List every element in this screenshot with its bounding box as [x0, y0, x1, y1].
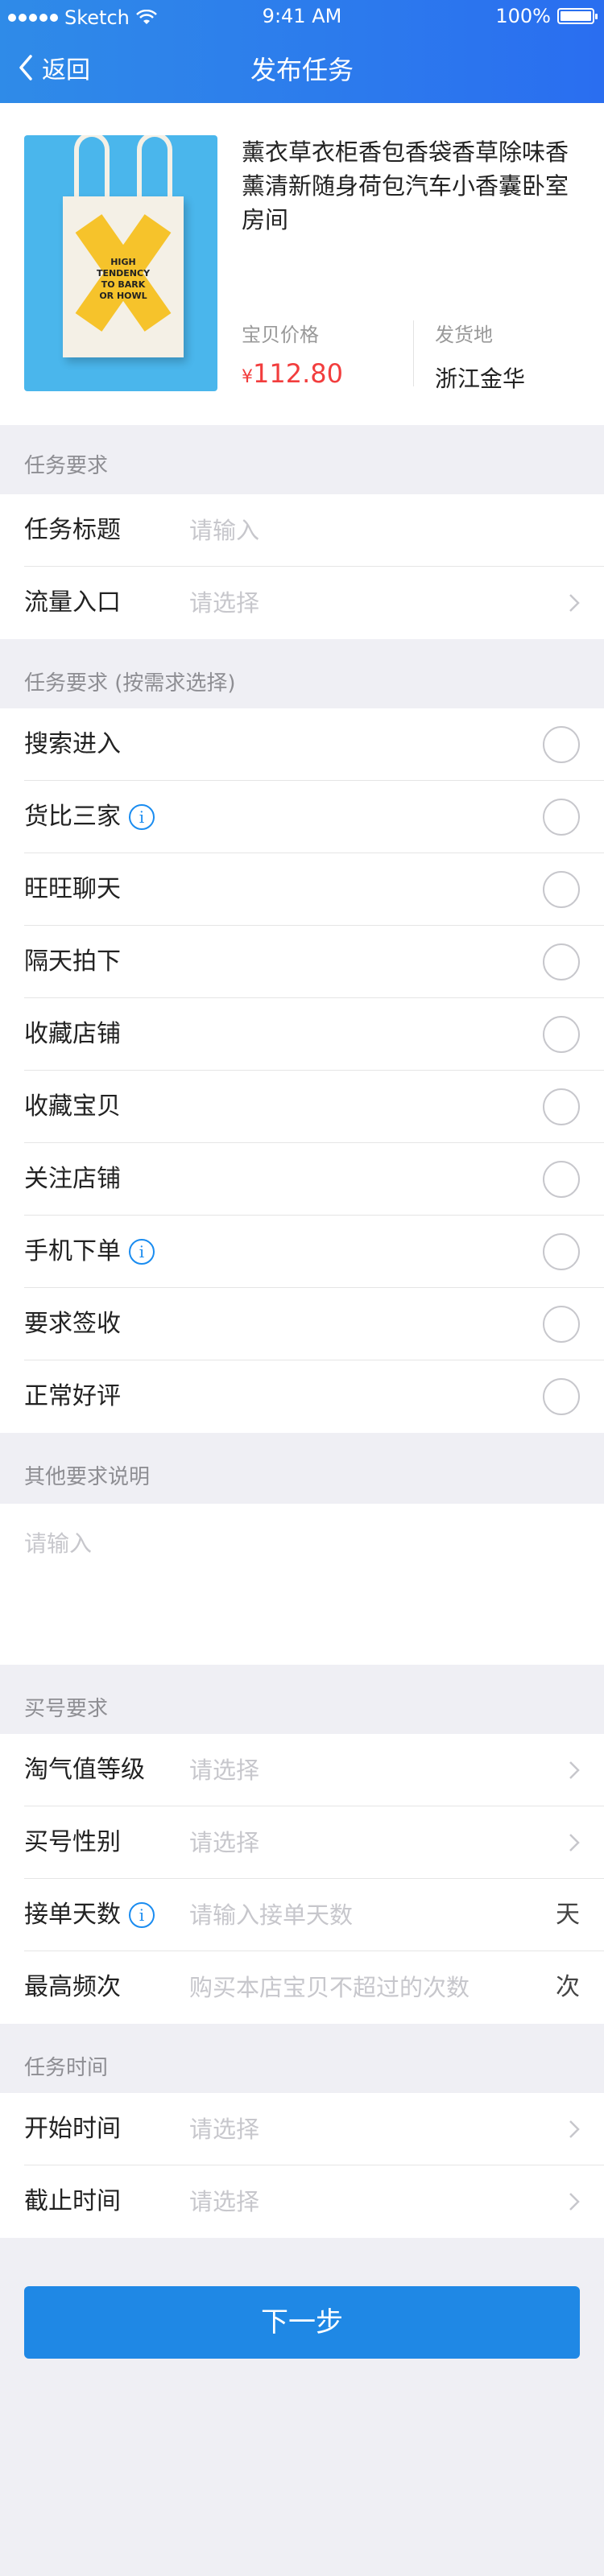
- product-image: HIGH TENDENCY TO BARK OR HOWL: [24, 135, 217, 391]
- radio-unchecked-icon[interactable]: [543, 1088, 580, 1125]
- other-requirements-textarea[interactable]: 请输入: [0, 1504, 604, 1665]
- chevron-right-icon: [569, 2120, 580, 2138]
- divider: [413, 320, 414, 386]
- option-row[interactable]: 关注店铺: [0, 1143, 604, 1216]
- end-time-select[interactable]: 请选择: [189, 2165, 259, 2238]
- section-header-task: 任务要求: [24, 454, 109, 478]
- product-title: 薰衣草衣柜香包香袋香草除味香薰清新随身荷包汽车小香囊卧室房间: [242, 138, 569, 233]
- option-row[interactable]: 旺旺聊天: [0, 853, 604, 926]
- row-label: 买号性别: [24, 1828, 121, 1856]
- row-label: 最高频次: [24, 1973, 121, 2001]
- info-icon[interactable]: i: [129, 804, 155, 830]
- task-title-row[interactable]: 任务标题 请输入: [0, 494, 604, 567]
- battery-icon: [557, 8, 598, 24]
- origin-label: 发货地: [435, 324, 493, 346]
- traffic-entry-select[interactable]: 请选择: [189, 567, 259, 639]
- option-row[interactable]: 正常好评: [0, 1360, 604, 1433]
- option-label: 手机下单 i: [24, 1216, 155, 1288]
- traffic-entry-row[interactable]: 流量入口 请选择: [0, 567, 604, 639]
- chevron-right-icon: [569, 594, 580, 612]
- row-label: 流量入口: [24, 588, 121, 617]
- max-frequency-input[interactable]: 购买本店宝贝不超过的次数: [189, 1951, 470, 2024]
- option-row[interactable]: 隔天拍下: [0, 926, 604, 998]
- option-label: 收藏宝贝: [24, 1092, 121, 1121]
- taoqi-level-row[interactable]: 淘气值等级 请选择: [0, 1734, 604, 1806]
- radio-unchecked-icon[interactable]: [543, 1306, 580, 1343]
- price-value: ¥112.80: [242, 358, 343, 389]
- row-label: 淘气值等级: [24, 1756, 145, 1784]
- nav-bar: 返回 发布任务: [0, 32, 604, 103]
- option-row[interactable]: 收藏宝贝: [0, 1071, 604, 1143]
- option-label: 收藏店铺: [24, 1020, 121, 1048]
- buyer-gender-row[interactable]: 买号性别 请选择: [0, 1806, 604, 1879]
- radio-unchecked-icon[interactable]: [543, 871, 580, 908]
- end-time-row[interactable]: 截止时间 请选择: [0, 2165, 604, 2238]
- section-header-time: 任务时间: [24, 2056, 109, 2080]
- chevron-right-icon: [569, 1834, 580, 1852]
- option-label: 要求签收: [24, 1310, 121, 1338]
- option-row[interactable]: 收藏店铺: [0, 998, 604, 1071]
- app-header: Sketch 9:41 AM 100% 返回 发布任务: [0, 0, 604, 103]
- start-time-select[interactable]: 请选择: [189, 2093, 259, 2165]
- unit-label: 天: [556, 1901, 580, 1929]
- chevron-right-icon: [569, 2193, 580, 2211]
- chevron-right-icon: [569, 1761, 580, 1779]
- battery-fill: [561, 11, 591, 21]
- price-label: 宝贝价格: [242, 324, 319, 346]
- radio-unchecked-icon[interactable]: [543, 726, 580, 763]
- option-label: 货比三家 i: [24, 781, 155, 853]
- battery-percent: 100%: [495, 5, 551, 27]
- option-label: 隔天拍下: [24, 947, 121, 976]
- option-label: 旺旺聊天: [24, 875, 121, 903]
- radio-unchecked-icon[interactable]: [543, 1016, 580, 1053]
- info-icon[interactable]: i: [129, 1239, 155, 1265]
- section-header-other: 其他要求说明: [24, 1465, 151, 1489]
- buyer-gender-select[interactable]: 请选择: [189, 1806, 259, 1879]
- section-header-buyer: 买号要求: [24, 1697, 109, 1721]
- next-step-button[interactable]: 下一步: [24, 2286, 580, 2359]
- taoqi-level-select[interactable]: 请选择: [189, 1734, 259, 1806]
- row-label: 接单天数 i: [24, 1879, 155, 1951]
- radio-unchecked-icon[interactable]: [543, 943, 580, 980]
- product-card[interactable]: HIGH TENDENCY TO BARK OR HOWL 薰衣草衣柜香包香袋香…: [0, 103, 604, 425]
- option-row[interactable]: 要求签收: [0, 1288, 604, 1360]
- status-bar: Sketch 9:41 AM 100%: [0, 0, 604, 32]
- section-header-options: 任务要求 (按需求选择): [24, 671, 236, 696]
- row-label: 任务标题: [24, 516, 121, 544]
- radio-unchecked-icon[interactable]: [543, 1378, 580, 1415]
- row-label: 截止时间: [24, 2187, 121, 2215]
- order-days-row[interactable]: 接单天数 i 请输入接单天数 天: [0, 1879, 604, 1951]
- task-title-input[interactable]: 请输入: [189, 494, 259, 567]
- option-row[interactable]: 搜索进入: [0, 708, 604, 781]
- unit-label: 次: [556, 1973, 580, 2001]
- price-block: 宝贝价格 ¥112.80: [242, 319, 343, 389]
- origin-value: 浙江金华: [435, 365, 526, 392]
- textarea-placeholder: 请输入: [24, 1530, 93, 1557]
- option-label: 关注店铺: [24, 1165, 121, 1193]
- tote-bag: HIGH TENDENCY TO BARK OR HOWL: [63, 196, 184, 357]
- option-row[interactable]: 手机下单 i: [0, 1216, 604, 1288]
- radio-unchecked-icon[interactable]: [543, 1233, 580, 1270]
- page-title: 发布任务: [250, 55, 354, 85]
- option-row[interactable]: 货比三家 i: [0, 781, 604, 853]
- battery-group: 100%: [495, 5, 598, 27]
- row-label: 开始时间: [24, 2115, 121, 2143]
- radio-unchecked-icon[interactable]: [543, 799, 580, 836]
- origin-block: 发货地 浙江金华: [435, 319, 525, 394]
- bag-print-text: HIGH TENDENCY TO BARK OR HOWL: [96, 257, 151, 301]
- order-days-input[interactable]: 请输入接单天数: [189, 1879, 353, 1951]
- info-icon[interactable]: i: [129, 1902, 155, 1928]
- option-label: 正常好评: [24, 1382, 121, 1410]
- radio-unchecked-icon[interactable]: [543, 1161, 580, 1198]
- option-label: 搜索进入: [24, 730, 121, 758]
- max-frequency-row[interactable]: 最高频次 购买本店宝贝不超过的次数 次: [0, 1951, 604, 2024]
- start-time-row[interactable]: 开始时间 请选择: [0, 2093, 604, 2165]
